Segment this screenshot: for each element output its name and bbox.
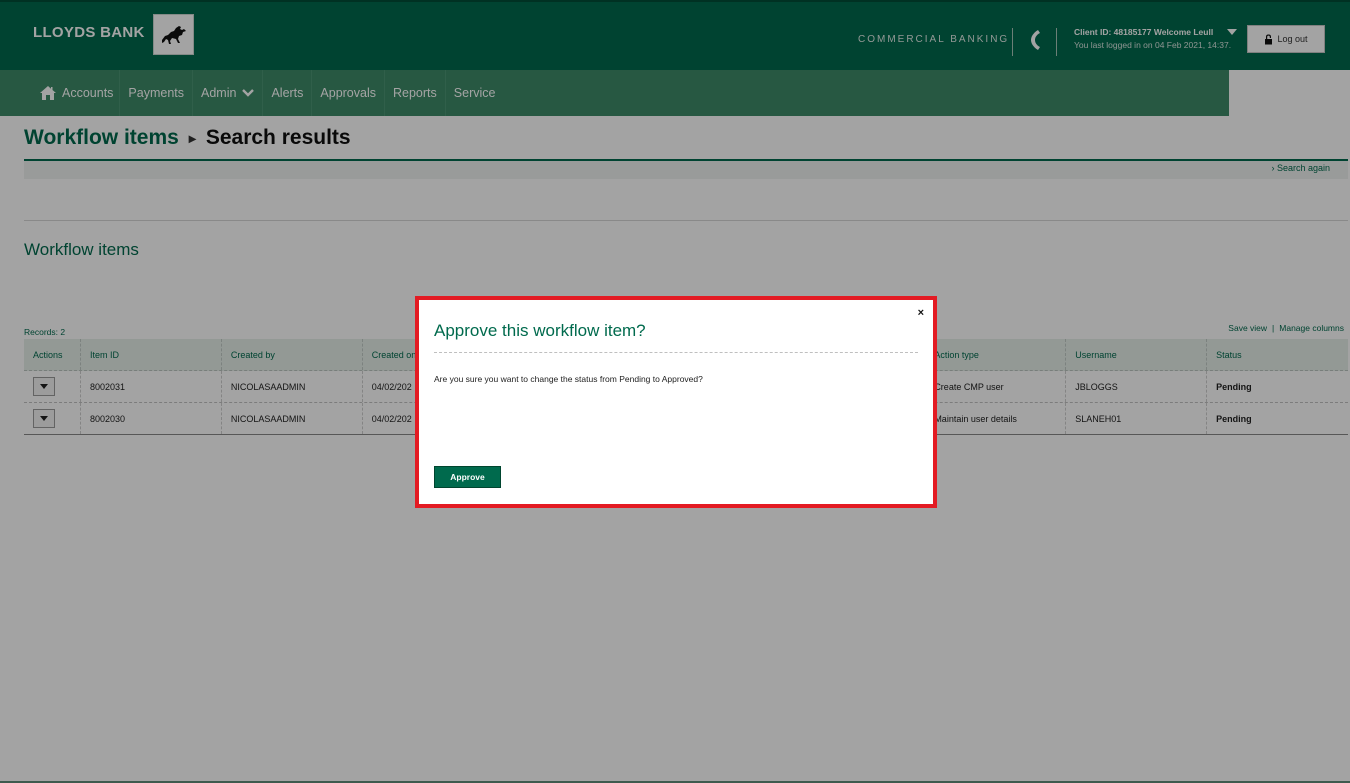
close-icon[interactable]: ×: [918, 307, 924, 319]
approve-button[interactable]: Approve: [434, 466, 501, 488]
dialog-message: Are you sure you want to change the stat…: [434, 374, 703, 384]
approve-dialog: × Approve this workflow item? Are you su…: [415, 296, 937, 508]
dialog-title: Approve this workflow item?: [434, 321, 646, 340]
dialog-divider: [434, 352, 918, 353]
